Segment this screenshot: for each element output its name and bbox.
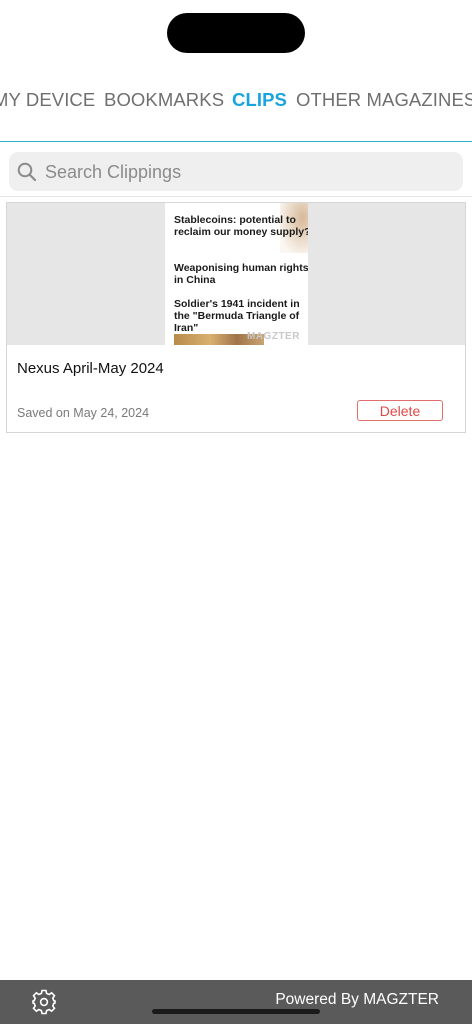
tab-underline bbox=[0, 141, 472, 142]
clip-title: Nexus April-May 2024 bbox=[17, 360, 164, 377]
thumbnail-headline-3: Soldier's 1941 incident in the "Bermuda … bbox=[174, 298, 300, 334]
home-indicator bbox=[152, 1009, 320, 1014]
footer-bar: Powered By MAGZTER bbox=[0, 980, 472, 1024]
tab-clips[interactable]: CLIPS bbox=[232, 89, 287, 111]
dynamic-island bbox=[167, 13, 305, 53]
tab-bar: MY DEVICE BOOKMARKS CLIPS OTHER MAGAZINE… bbox=[0, 86, 472, 116]
search-input[interactable] bbox=[43, 152, 447, 193]
clip-thumbnail-area[interactable]: Stablecoins: potential to reclaim our mo… bbox=[7, 203, 465, 345]
powered-by-label: Powered By MAGZTER bbox=[275, 991, 439, 1008]
tab-other-magazines[interactable]: OTHER MAGAZINES bbox=[296, 89, 472, 111]
tab-bookmarks[interactable]: BOOKMARKS bbox=[104, 89, 224, 111]
thumbnail-headline-1: Stablecoins: potential to reclaim our mo… bbox=[174, 214, 308, 238]
search-icon bbox=[17, 162, 37, 182]
thumbnail-watermark: MAGZTER bbox=[247, 331, 300, 342]
delete-button[interactable]: Delete bbox=[357, 400, 443, 421]
thumbnail-headline-2: Weaponising human rights in China bbox=[174, 262, 308, 286]
divider bbox=[0, 196, 472, 197]
gear-icon[interactable] bbox=[31, 989, 57, 1015]
tab-my-device[interactable]: MY DEVICE bbox=[0, 89, 95, 111]
search-bar[interactable] bbox=[9, 152, 463, 193]
clip-card[interactable]: Stablecoins: potential to reclaim our mo… bbox=[6, 202, 466, 433]
clip-thumbnail: Stablecoins: potential to reclaim our mo… bbox=[165, 203, 308, 345]
clip-saved-date: Saved on May 24, 2024 bbox=[17, 406, 150, 420]
